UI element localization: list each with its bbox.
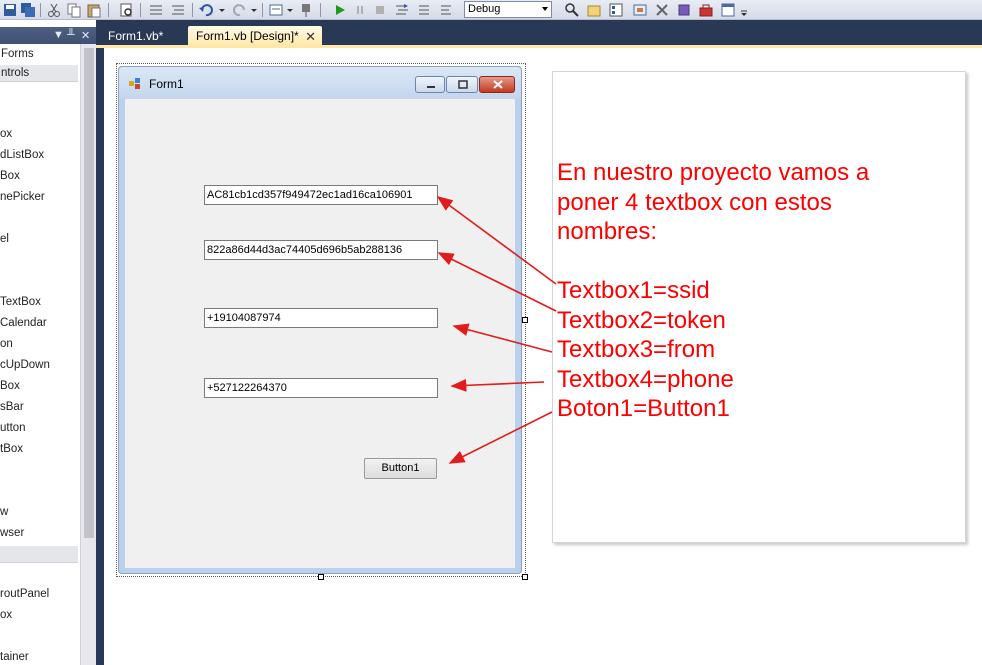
resize-handle-bottom[interactable] [318, 574, 324, 580]
form-client-area: AC81cb1cd357f949472ec1ad16ca106901 822a8… [125, 99, 515, 568]
annotation-text: En nuestro proyecto vamos a poner 4 text… [557, 159, 870, 422]
separator [40, 3, 41, 17]
step-into-icon[interactable] [394, 2, 410, 18]
pin-icon[interactable] [298, 2, 314, 18]
close-icon[interactable]: ✕ [305, 26, 316, 47]
toolbox-item[interactable]: cUpDown [0, 359, 50, 371]
uncomment-icon[interactable] [170, 2, 186, 18]
document-tabstrip: Form1.vb* Form1.vb [Design]* ✕ [96, 20, 982, 47]
toolbox-item[interactable]: TextBox [0, 296, 41, 308]
pin-icon[interactable]: ╨ [67, 29, 75, 41]
toolbox-item[interactable]: ox [0, 128, 12, 140]
minimize-button[interactable] [415, 76, 445, 93]
start-page-icon[interactable] [720, 2, 736, 18]
toolbox-item[interactable]: Box [0, 170, 20, 182]
textbox2-token[interactable]: 822a86d44d3ac74405d696b5ab288136 [204, 240, 438, 260]
toolbox-group-collapsed[interactable] [0, 546, 78, 563]
form-title: Form1 [149, 77, 184, 91]
solution-explorer-icon[interactable] [586, 2, 602, 18]
minimize-icon [427, 86, 435, 88]
find-icon[interactable] [118, 2, 134, 18]
properties-icon[interactable] [608, 2, 624, 18]
pause-icon[interactable] [352, 2, 368, 18]
toolbox-item[interactable]: tBox [0, 443, 23, 455]
toolbox-item[interactable]: wser [0, 527, 24, 539]
redo-icon[interactable] [232, 2, 248, 18]
chevron-down-icon [542, 7, 548, 11]
comment-icon[interactable] [148, 2, 164, 18]
tab-label: Form1.vb* [108, 29, 164, 43]
toolbox-group-forms[interactable]: Forms [1, 48, 34, 60]
configuration-value: Debug [468, 3, 501, 15]
annotation-panel: En nuestro proyecto vamos a poner 4 text… [552, 71, 966, 543]
toolbox-item[interactable]: sBar [0, 401, 24, 413]
toolbox-item[interactable]: dListBox [0, 149, 44, 161]
toolbox-header: ▼ ╨ ✕ [0, 27, 96, 44]
toolbox-list: Forms ntrols ox dListBox Box nePicker el… [0, 44, 80, 664]
form-titlebar[interactable]: Form1 [119, 67, 521, 99]
dropdown-icon[interactable]: ▼ [53, 29, 64, 41]
close-button[interactable] [479, 76, 515, 93]
separator [140, 3, 141, 17]
separator [320, 3, 321, 17]
toolbox-item[interactable]: Box [0, 380, 20, 392]
separator [262, 3, 263, 17]
separator [108, 3, 109, 17]
form-icon [129, 78, 141, 90]
class-view-icon[interactable] [676, 2, 692, 18]
solution-configuration-select[interactable]: Debug [464, 1, 552, 18]
toolbox-item[interactable]: Calendar [0, 317, 47, 329]
form-window[interactable]: Form1 AC81cb1cd357f949472ec1ad16ca106901… [118, 66, 522, 574]
scrollbar-thumb[interactable] [84, 48, 94, 538]
navigate-icon[interactable] [268, 2, 284, 18]
save-all-icon[interactable] [20, 2, 36, 18]
textbox1-ssid[interactable]: AC81cb1cd357f949472ec1ad16ca106901 [204, 185, 438, 205]
toolbox-item[interactable]: utton [0, 422, 26, 434]
tab-form1-design[interactable]: Form1.vb [Design]* ✕ [188, 26, 322, 47]
toolbox-group-controls[interactable]: ntrols [0, 65, 78, 82]
toolbox-item[interactable]: routPanel [0, 588, 49, 600]
toolbar-options-icon[interactable] [740, 2, 756, 18]
tools-icon[interactable] [654, 2, 670, 18]
toolbox-icon[interactable] [698, 2, 714, 18]
cut-icon[interactable] [46, 2, 62, 18]
tab-form1-code[interactable]: Form1.vb* [100, 26, 184, 47]
start-debugging-icon[interactable] [332, 2, 348, 18]
object-browser-icon[interactable] [632, 2, 648, 18]
toolbox-panel: ▼ ╨ ✕ Forms ntrols ox dListBox Box nePic… [0, 20, 96, 665]
undo-icon[interactable] [198, 2, 214, 18]
find-in-files-icon[interactable] [564, 2, 580, 18]
separator [192, 3, 193, 17]
close-icon[interactable]: ✕ [81, 29, 90, 42]
toolbox-item[interactable]: ox [0, 609, 12, 621]
toolbox-scrollbar[interactable] [80, 44, 96, 665]
standard-toolbar: Debug [0, 0, 982, 20]
textbox3-from[interactable]: +19104087974 [204, 308, 438, 328]
maximize-icon [458, 80, 468, 89]
toolbox-item[interactable]: tainer [0, 651, 29, 663]
copy-icon[interactable] [66, 2, 82, 18]
resize-handle-corner[interactable] [522, 574, 528, 580]
maximize-button[interactable] [446, 76, 478, 93]
textbox4-phone[interactable]: +527122264370 [204, 378, 438, 398]
stop-icon[interactable] [372, 2, 388, 18]
button1[interactable]: Button1 [364, 458, 437, 479]
paste-icon[interactable] [86, 2, 102, 18]
save-icon[interactable] [2, 2, 18, 18]
toolbox-item[interactable]: nePicker [0, 191, 45, 203]
step-out-icon[interactable] [438, 2, 454, 18]
tab-label: Form1.vb [Design]* [196, 29, 299, 43]
toolbox-item[interactable]: w [0, 506, 8, 518]
step-over-icon[interactable] [416, 2, 432, 18]
redo-dropdown-icon[interactable] [250, 2, 266, 18]
toolbox-item[interactable]: on [0, 338, 13, 350]
toolbox-item[interactable]: el [0, 233, 9, 245]
resize-handle-right[interactable] [522, 317, 528, 323]
close-icon [493, 80, 503, 89]
